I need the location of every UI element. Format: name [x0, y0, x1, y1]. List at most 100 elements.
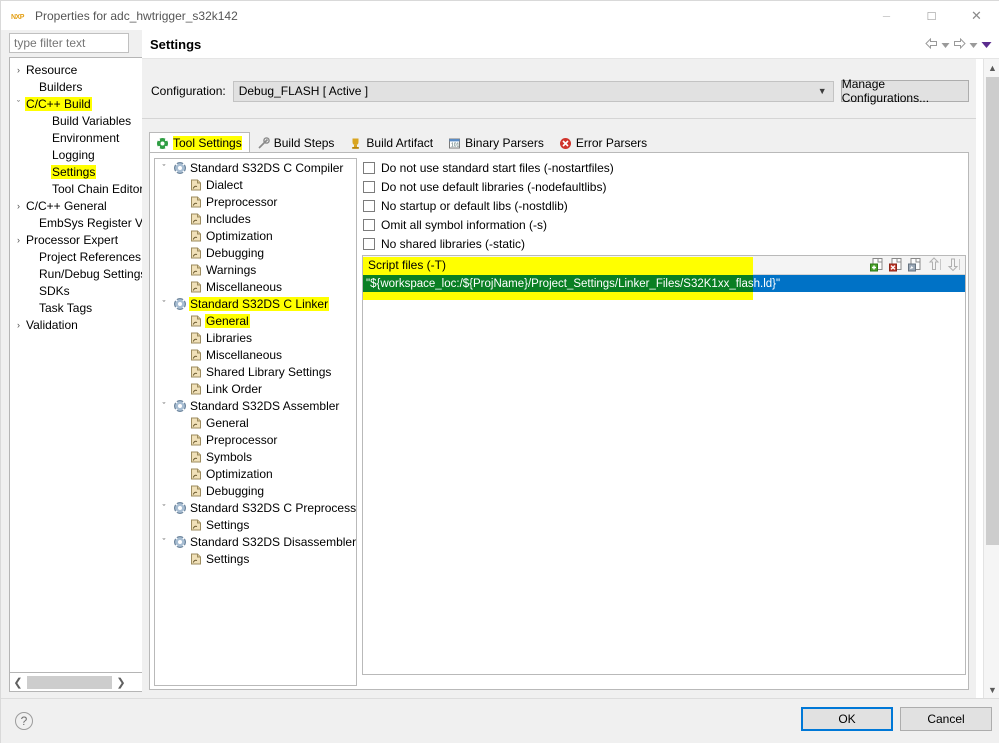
cancel-button[interactable]: Cancel: [900, 707, 992, 731]
tree-horizontal-scrollbar[interactable]: ❮ ❯: [9, 673, 142, 692]
tool-tree-item[interactable]: Warnings: [155, 261, 356, 278]
delete-icon[interactable]: [889, 257, 904, 272]
tool-tree-item[interactable]: ˇ Standard S32DS C Linker: [155, 295, 356, 312]
tool-tree-item[interactable]: General: [155, 312, 356, 329]
sidebar-item[interactable]: EmbSys Register View: [10, 214, 142, 231]
sidebar-item[interactable]: Build Variables: [10, 112, 142, 129]
minimize-button[interactable]: –: [864, 1, 909, 30]
forward-arrow-icon[interactable]: [953, 37, 966, 52]
checkbox-row[interactable]: Do not use default libraries (-nodefault…: [363, 177, 966, 196]
tool-tree-item[interactable]: Libraries: [155, 329, 356, 346]
view-menu-dropdown-icon[interactable]: [981, 38, 992, 52]
sidebar-item[interactable]: Builders: [10, 78, 142, 95]
chevron-down-icon[interactable]: ˇ: [157, 503, 171, 513]
checkbox-input[interactable]: [363, 161, 375, 174]
add-icon[interactable]: [870, 257, 885, 272]
chevron-down-icon[interactable]: ˇ: [157, 537, 171, 547]
properties-tree[interactable]: › Resource Builders ˇ C/C++ Build Build Varia…: [9, 57, 142, 673]
tool-tree-item[interactable]: Debugging: [155, 244, 356, 261]
scroll-right-icon[interactable]: ❯: [113, 674, 129, 691]
scroll-left-icon[interactable]: ❮: [10, 674, 26, 691]
tool-tree-item[interactable]: Preprocessor: [155, 431, 356, 448]
checkbox-row[interactable]: Omit all symbol information (-s): [363, 215, 966, 234]
back-dropdown-icon[interactable]: [941, 38, 950, 52]
chevron-right-icon[interactable]: ›: [12, 201, 25, 211]
forward-dropdown-icon[interactable]: [969, 38, 978, 52]
tool-tree-item-label: Standard S32DS C Preprocessor: [190, 500, 357, 515]
sidebar-item[interactable]: ˇ C/C++ Build: [10, 95, 142, 112]
filter-input[interactable]: [9, 33, 129, 53]
tab-error-parsers[interactable]: Error Parsers: [552, 132, 655, 153]
sidebar-item[interactable]: Tool Chain Editor: [10, 180, 142, 197]
ok-button[interactable]: OK: [801, 707, 893, 731]
maximize-button[interactable]: □: [909, 1, 954, 30]
chevron-right-icon[interactable]: ›: [12, 320, 25, 330]
tab-build-artifact[interactable]: Build Artifact: [342, 132, 441, 153]
chevron-down-icon[interactable]: ˇ: [157, 299, 171, 309]
tool-tree-item[interactable]: Shared Library Settings: [155, 363, 356, 380]
settings-vertical-scrollbar[interactable]: ▲ ▼: [983, 59, 999, 698]
chevron-down-icon[interactable]: ˇ: [157, 163, 171, 173]
tool-tree-item[interactable]: Preprocessor: [155, 193, 356, 210]
chevron-right-icon[interactable]: ›: [12, 65, 25, 75]
back-arrow-icon[interactable]: [925, 37, 938, 52]
checkbox-input[interactable]: [363, 237, 375, 250]
table-row[interactable]: "${workspace_loc:/${ProjName}/Project_Se…: [363, 267, 965, 300]
tool-tree-item[interactable]: ˇ Standard S32DS Disassembler: [155, 533, 357, 550]
tool-tree-item[interactable]: Includes: [155, 210, 356, 227]
sidebar-item[interactable]: Task Tags: [10, 299, 142, 316]
chevron-down-icon[interactable]: ˇ: [12, 99, 25, 109]
tool-tree-item[interactable]: Link Order: [155, 380, 356, 397]
configuration-select[interactable]: Debug_FLASH [ Active ] ▼: [232, 80, 834, 102]
tool-tree-item[interactable]: Settings: [155, 516, 356, 533]
tool-tree-item[interactable]: Miscellaneous: [155, 278, 356, 295]
checkbox-input[interactable]: [363, 218, 375, 231]
tab-build-steps[interactable]: Build Steps: [250, 132, 343, 153]
sidebar-item[interactable]: Project References: [10, 248, 142, 265]
sidebar-item[interactable]: SDKs: [10, 282, 142, 299]
sidebar-item[interactable]: › Resource: [10, 61, 142, 78]
sidebar-item[interactable]: Environment: [10, 129, 142, 146]
checkbox-row[interactable]: Do not use standard start files (-nostar…: [363, 158, 966, 177]
checkbox-row[interactable]: No shared libraries (-static): [363, 234, 966, 253]
manage-configurations-button[interactable]: Manage Configurations...: [840, 77, 969, 105]
sidebar-item-label: Tool Chain Editor: [52, 181, 142, 196]
sidebar-item[interactable]: Run/Debug Settings: [10, 265, 142, 282]
sidebar-item[interactable]: Logging: [10, 146, 142, 163]
sidebar-item[interactable]: Settings: [10, 163, 142, 180]
tool-tree-item[interactable]: ˇ Standard S32DS C Compiler: [155, 159, 356, 176]
chevron-right-icon[interactable]: ›: [12, 235, 25, 245]
tool-tree-item[interactable]: Miscellaneous: [155, 346, 356, 363]
tool-tree-item[interactable]: Symbols: [155, 448, 356, 465]
tool-tree-item[interactable]: Settings: [155, 550, 356, 567]
tool-tree-item[interactable]: Debugging: [155, 482, 356, 499]
tab-tool-settings[interactable]: Tool Settings: [149, 132, 250, 153]
chevron-down-icon[interactable]: ˇ: [157, 401, 171, 411]
edit-icon[interactable]: [908, 257, 923, 272]
tool-tree-item[interactable]: General: [155, 414, 356, 431]
sidebar-item[interactable]: › Validation: [10, 316, 142, 333]
scroll-thumb[interactable]: [27, 675, 112, 689]
tool-tree[interactable]: ˇ Standard S32DS C Compiler Dialect Preproc…: [154, 158, 357, 686]
move-down-icon[interactable]: [946, 257, 961, 272]
tool-tree-item[interactable]: ˇ Standard S32DS Assembler: [155, 397, 356, 414]
tab-binary-parsers[interactable]: 101 Binary Parsers: [441, 132, 552, 153]
checkbox-input[interactable]: [363, 180, 375, 193]
move-up-icon[interactable]: [927, 257, 942, 272]
tool-tree-item[interactable]: Optimization: [155, 465, 356, 482]
sidebar-item[interactable]: › C/C++ General: [10, 197, 142, 214]
script-files-table[interactable]: Script files (-T) "${workspace_loc:/${Pr…: [362, 255, 966, 675]
page-icon: [187, 433, 205, 447]
sidebar-item[interactable]: › Processor Expert: [10, 231, 142, 248]
tool-tree-item-label: Debugging: [206, 245, 265, 260]
tool-tree-item[interactable]: ˇ Standard S32DS C Preprocessor: [155, 499, 357, 516]
help-icon[interactable]: ?: [15, 712, 33, 730]
tool-tree-item[interactable]: Dialect: [155, 176, 356, 193]
scroll-thumb-vertical[interactable]: [986, 77, 999, 545]
tool-tree-item[interactable]: Optimization: [155, 227, 356, 244]
checkbox-input[interactable]: [363, 199, 375, 212]
checkbox-row[interactable]: No startup or default libs (-nostdlib): [363, 196, 966, 215]
close-button[interactable]: ✕: [954, 1, 999, 30]
scroll-up-icon[interactable]: ▲: [984, 59, 999, 76]
scroll-down-icon[interactable]: ▼: [984, 681, 999, 698]
